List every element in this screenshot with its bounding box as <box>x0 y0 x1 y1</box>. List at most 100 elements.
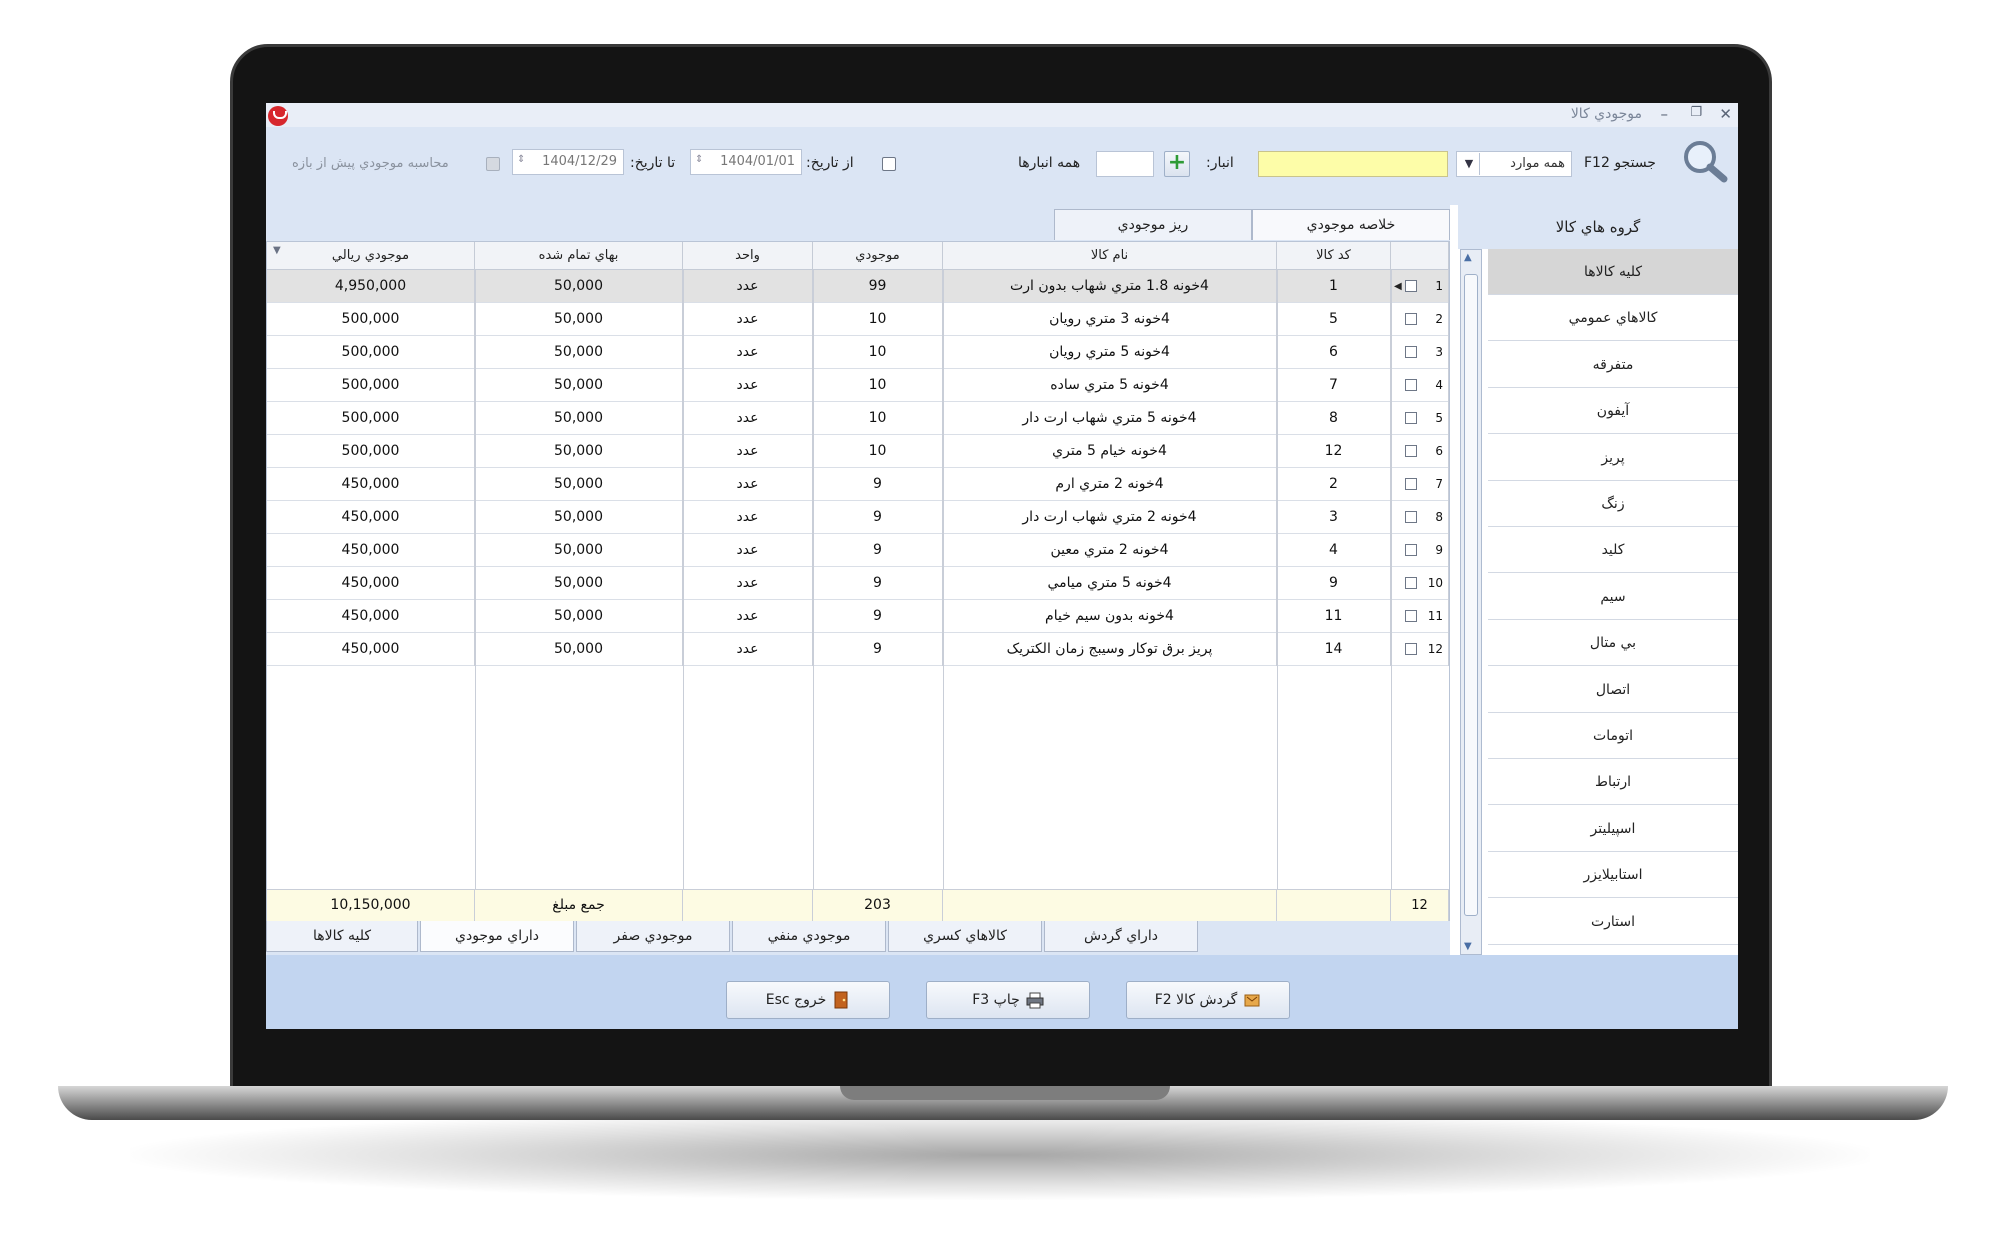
group-item[interactable]: اسپيليتر <box>1488 806 1738 852</box>
spinner-icon[interactable]: ⇕ <box>517 154 525 165</box>
tab-summary[interactable]: خلاصه موجودي <box>1252 209 1450 240</box>
scrollbar-thumb[interactable] <box>1464 274 1478 916</box>
group-item[interactable]: بي متال <box>1488 620 1738 667</box>
filter-select[interactable]: همه موارد ▼ <box>1456 151 1572 177</box>
search-input[interactable] <box>1258 151 1448 177</box>
group-item[interactable]: متفرقه <box>1488 342 1738 388</box>
row-select-checkbox[interactable] <box>1405 577 1417 589</box>
group-item[interactable]: اتومات <box>1488 713 1738 759</box>
column-header-total[interactable]: موجودي ريالي <box>267 242 475 270</box>
current-row-icon: ◀ <box>1394 281 1402 292</box>
row-number: 12 <box>1427 642 1443 656</box>
row-number: 3 <box>1435 345 1443 359</box>
table-row[interactable]: 9 4 4خونه 2 متري معين 9 عدد 50,000 450,000 <box>267 534 1449 567</box>
table-row[interactable]: 12 14 پريز برق توكار وسيبج زمان الكتريک 9 عد… <box>267 633 1449 666</box>
row-select-checkbox[interactable] <box>1405 346 1417 358</box>
group-item[interactable]: ارتباط <box>1488 759 1738 806</box>
row-select-checkbox[interactable] <box>1405 379 1417 391</box>
column-header-code[interactable]: كد كالا <box>1277 242 1391 270</box>
row-number-cell: 10 <box>1391 567 1449 600</box>
table-row[interactable]: 10 9 4خونه 5 متري ميامي 9 عدد 50,000 450,000 <box>267 567 1449 600</box>
cell-code: 5 <box>1277 303 1391 336</box>
tab-negative-stock[interactable]: موجودي منفي <box>732 921 886 952</box>
cell-total: 450,000 <box>267 468 475 501</box>
chevron-down-icon[interactable]: ▼ <box>1459 153 1480 175</box>
to-date-value: 1404/12/29 <box>542 154 617 169</box>
scroll-up-icon[interactable]: ▲ <box>1464 252 1472 263</box>
calc-before-checkbox[interactable] <box>486 157 500 171</box>
group-item[interactable]: اتصال <box>1488 667 1738 713</box>
table-row[interactable]: 4 7 4خونه 5 متري ساده 10 عدد 50,000 500,000 <box>267 369 1449 402</box>
warehouse-code-input[interactable] <box>1096 151 1154 177</box>
cell-total: 450,000 <box>267 633 475 666</box>
column-header-name[interactable]: نام كالا <box>943 242 1277 270</box>
group-item[interactable]: كليه كالاها <box>1488 249 1738 295</box>
sort-arrow-icon[interactable]: ▼ <box>273 245 281 256</box>
to-date-input[interactable]: ⇕ 1404/12/29 <box>512 149 624 175</box>
cell-qty: 9 <box>813 633 943 666</box>
table-row[interactable]: 5 8 4خونه 5 متري شهاب ارت دار 10 عدد 50,000 50… <box>267 402 1449 435</box>
tab-has-stock[interactable]: داراي موجودي <box>420 921 574 952</box>
footer-qty-sum: 203 <box>813 890 943 921</box>
cell-price: 50,000 <box>475 303 683 336</box>
group-item[interactable]: پريز <box>1488 435 1738 481</box>
tab-detail[interactable]: ريز موجودي <box>1054 209 1252 240</box>
column-header-unit[interactable]: واحد <box>683 242 813 270</box>
row-number: 11 <box>1427 609 1443 623</box>
table-row[interactable]: 3 6 4خونه 5 متري رويان 10 عدد 50,000 500,000 <box>267 336 1449 369</box>
cell-code: 14 <box>1277 633 1391 666</box>
group-item[interactable]: زنگ <box>1488 481 1738 527</box>
cell-unit: عدد <box>683 303 813 336</box>
tab-shortage[interactable]: كالاهاي كسري <box>888 921 1042 952</box>
group-item[interactable]: استابيلايزر <box>1488 852 1738 899</box>
table-row[interactable]: 7 2 4خونه 2 متري ارم 9 عدد 50,000 450,000 <box>267 468 1449 501</box>
from-date-checkbox[interactable] <box>882 157 896 171</box>
turnover-label: گردش کالا F2 <box>1154 992 1238 1008</box>
spinner-icon[interactable]: ⇕ <box>695 154 703 165</box>
group-item[interactable]: كالاهاي عمومي <box>1488 295 1738 342</box>
row-number: 7 <box>1435 477 1443 491</box>
cell-price: 50,000 <box>475 501 683 534</box>
cell-name: 4خونه 2 متري ارم <box>943 468 1277 501</box>
row-select-checkbox[interactable] <box>1405 313 1417 325</box>
exit-button[interactable]: خروج Esc <box>726 981 890 1019</box>
tab-has-turnover[interactable]: داراي گردش <box>1044 921 1198 952</box>
column-header-qty[interactable]: موجودي <box>813 242 943 270</box>
row-select-checkbox[interactable] <box>1405 412 1417 424</box>
row-number-cell: ◀ 1 <box>1391 270 1449 303</box>
row-select-checkbox[interactable] <box>1405 478 1417 490</box>
row-select-checkbox[interactable] <box>1405 511 1417 523</box>
row-select-checkbox[interactable] <box>1405 643 1417 655</box>
tab-zero-stock[interactable]: موجودي صفر <box>576 921 730 952</box>
print-button[interactable]: چاپ F3 <box>926 981 1090 1019</box>
cell-price: 50,000 <box>475 270 683 303</box>
add-icon[interactable]: + <box>1164 151 1190 177</box>
cell-price: 50,000 <box>475 600 683 633</box>
row-select-checkbox[interactable] <box>1405 544 1417 556</box>
table-row[interactable]: 11 11 4خونه بدون سيم خيام 9 عدد 50,000 450,000 <box>267 600 1449 633</box>
cell-code: 3 <box>1277 501 1391 534</box>
turnover-button[interactable]: گردش کالا F2 <box>1126 981 1290 1019</box>
column-divider <box>683 270 684 889</box>
row-select-checkbox[interactable] <box>1405 610 1417 622</box>
group-item[interactable]: استارت <box>1488 899 1738 945</box>
from-date-input[interactable]: ⇕ 1404/01/01 <box>690 149 802 175</box>
close-icon[interactable]: ✕ <box>1719 105 1732 123</box>
minimize-icon[interactable]: – <box>1661 105 1669 123</box>
table-row[interactable]: 8 3 4خونه 2 متري شهاب ارت دار 9 عدد 50,000 450… <box>267 501 1449 534</box>
table-row[interactable]: 2 5 4خونه 3 متري رويان 10 عدد 50,000 500,000 <box>267 303 1449 336</box>
group-item[interactable]: سيم <box>1488 574 1738 620</box>
cell-name: 4خونه 3 متري رويان <box>943 303 1277 336</box>
group-item[interactable]: آيفون <box>1488 388 1738 435</box>
tab-all-goods[interactable]: كليه كالاها <box>266 921 418 952</box>
row-select-checkbox[interactable] <box>1405 445 1417 457</box>
group-item[interactable]: كليد <box>1488 527 1738 574</box>
maximize-icon[interactable]: ❐ <box>1690 105 1702 120</box>
column-header-price[interactable]: بهاي تمام شده <box>475 242 683 270</box>
search-icon[interactable] <box>1680 137 1728 183</box>
row-select-checkbox[interactable] <box>1405 280 1417 292</box>
table-row[interactable]: 6 12 4خونه خيام 5 متري 10 عدد 50,000 500,000 <box>267 435 1449 468</box>
scroll-down-icon[interactable]: ▼ <box>1464 941 1472 952</box>
groups-scrollbar[interactable]: ▲ ▼ <box>1460 249 1482 955</box>
table-row[interactable]: ◀ 1 1 4خونه 1.8 متري شهاب بدون ارت 99 عدد 50,0… <box>267 270 1449 303</box>
